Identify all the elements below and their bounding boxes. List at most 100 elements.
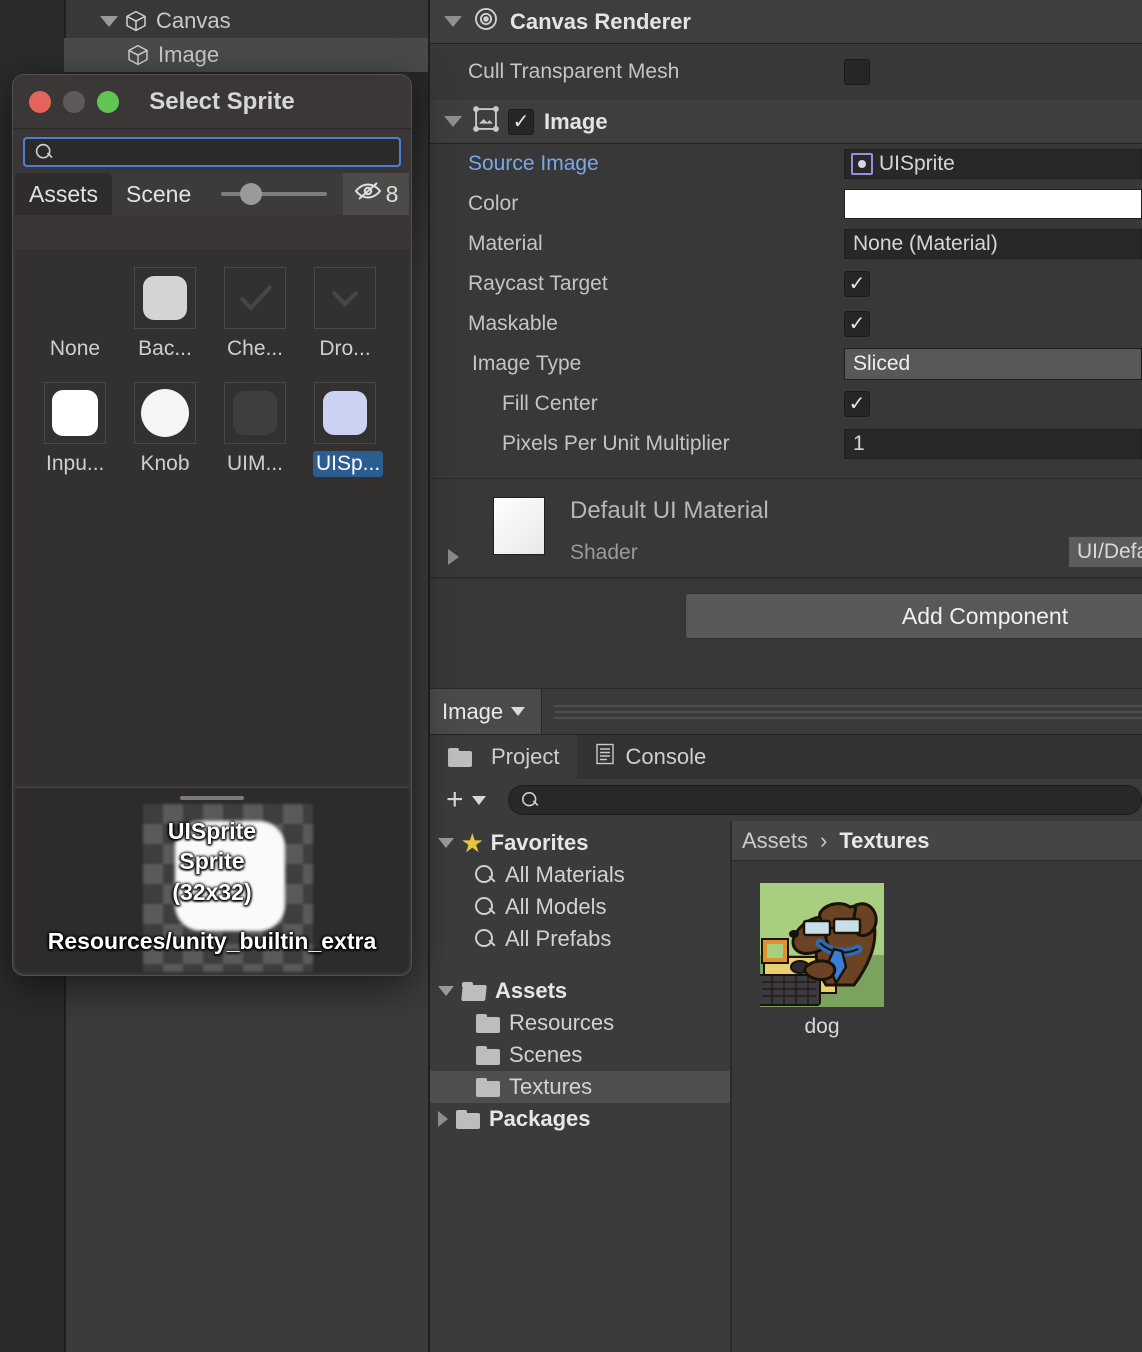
- tree-item-all-materials[interactable]: All Materials: [430, 859, 730, 891]
- material-name: Default UI Material: [570, 497, 769, 524]
- tree-item-all-prefabs[interactable]: All Prefabs: [430, 923, 730, 955]
- pixels-per-unit-input[interactable]: 1: [844, 429, 1142, 459]
- tree-item-label: Textures: [509, 1074, 593, 1099]
- folder-icon: [448, 747, 472, 767]
- project-tree: ★ Favorites All Materials All Models All: [430, 821, 732, 1352]
- raycast-target-label: Raycast Target: [468, 272, 608, 295]
- create-button[interactable]: +: [446, 785, 464, 815]
- color-swatch-field[interactable]: [844, 189, 1142, 219]
- sprite-label: Dro...: [319, 337, 371, 360]
- sprite-swatch-none: [44, 267, 106, 329]
- tab-scene[interactable]: Scene: [112, 173, 205, 215]
- source-image-field[interactable]: UISprite: [844, 149, 1142, 179]
- tree-item-label: Resources: [509, 1010, 615, 1035]
- tree-item-label: Scenes: [509, 1042, 583, 1067]
- chevron-down-icon[interactable]: [444, 16, 462, 27]
- asset-item-dog[interactable]: dog: [757, 883, 884, 1039]
- sprite-preview-pane: UISprite Sprite (32x32) Resources/unity_…: [15, 787, 409, 973]
- tree-item-label: All Prefabs: [505, 926, 612, 951]
- preview-info: UISprite Sprite (32x32): [15, 816, 409, 907]
- cull-transparent-mesh-checkbox[interactable]: [844, 59, 870, 85]
- material-field[interactable]: None (Material): [844, 229, 1142, 259]
- zoom-button[interactable]: [97, 90, 119, 113]
- image-preview-dropdown[interactable]: Image: [430, 688, 542, 735]
- image-preview-dropdown-label: Image: [442, 698, 504, 724]
- chevron-down-icon[interactable]: [444, 116, 462, 127]
- hidden-assets-toggle[interactable]: 8: [343, 173, 409, 215]
- hierarchy-item-canvas[interactable]: Canvas: [64, 4, 428, 38]
- search-icon: [474, 928, 496, 950]
- close-button[interactable]: [29, 90, 51, 113]
- preview-dimensions: (32x32): [172, 878, 252, 905]
- asset-grid: dog: [732, 861, 1142, 1039]
- slider-knob[interactable]: [240, 183, 263, 205]
- raycast-target-checkbox[interactable]: ✓: [844, 271, 870, 297]
- tree-item-packages[interactable]: Packages: [430, 1103, 730, 1135]
- tree-item-resources[interactable]: Resources: [430, 1007, 730, 1039]
- image-component-header[interactable]: ✓ Image: [430, 100, 1142, 144]
- tree-item-label: Favorites: [490, 830, 589, 855]
- image-type-value: Sliced: [853, 352, 911, 375]
- cube-icon: [124, 9, 148, 33]
- hierarchy-item-image[interactable]: Image: [64, 38, 428, 72]
- chevron-down-icon[interactable]: [100, 15, 118, 27]
- dialog-title-bar[interactable]: Select Sprite: [13, 75, 411, 129]
- image-type-label: Image Type: [472, 352, 582, 375]
- dialog-tab-bar: Assets Scene 8: [15, 173, 409, 215]
- canvas-renderer-header[interactable]: Canvas Renderer: [430, 0, 1142, 44]
- maskable-checkbox[interactable]: ✓: [844, 311, 870, 337]
- raycast-target-row: Raycast Target ✓: [430, 264, 1142, 304]
- sprite-item-inputfield[interactable]: Inpu...: [43, 382, 107, 477]
- sprite-label: UIM...: [227, 452, 283, 475]
- eye-slash-icon: [354, 180, 382, 208]
- project-panel: Project Console + ★ Favorites All Materi…: [430, 734, 1142, 1352]
- shader-dropdown[interactable]: UI/Default: [1068, 536, 1142, 568]
- image-type-dropdown[interactable]: Sliced: [844, 348, 1142, 380]
- source-image-label: Source Image: [468, 152, 599, 175]
- sprite-item-uimask[interactable]: UIM...: [223, 382, 287, 477]
- tree-item-textures[interactable]: Textures: [430, 1071, 730, 1103]
- sprite-grid-scroll[interactable]: None Bac... Che... Dro... Inpu... Knob U…: [15, 249, 409, 785]
- fill-center-checkbox[interactable]: ✓: [844, 391, 870, 417]
- add-component-button[interactable]: Add Component: [685, 593, 1142, 639]
- console-icon: [595, 743, 615, 771]
- sprite-item-uisprite[interactable]: UISp...: [313, 382, 384, 477]
- chevron-right-icon[interactable]: [448, 549, 459, 565]
- search-icon: [521, 791, 539, 809]
- project-search-input[interactable]: [507, 785, 1142, 815]
- sprite-search-input[interactable]: [23, 137, 401, 167]
- chevron-down-icon[interactable]: [438, 838, 454, 848]
- sprite-swatch-dropdown-arrow: [314, 267, 376, 329]
- select-sprite-dialog: Select Sprite Assets Scene 8 None Bac...…: [12, 74, 412, 976]
- footer-grip[interactable]: [542, 689, 1142, 735]
- tree-item-favorites[interactable]: ★ Favorites: [430, 827, 730, 859]
- tab-assets[interactable]: Assets: [15, 173, 113, 215]
- image-component-enabled-checkbox[interactable]: ✓: [508, 108, 534, 135]
- sprite-item-checkmark[interactable]: Che...: [223, 267, 287, 362]
- breadcrumb-root[interactable]: Assets: [742, 828, 808, 854]
- hidden-assets-count: 8: [385, 180, 399, 207]
- tree-item-label: All Materials: [505, 862, 625, 887]
- tree-item-scenes[interactable]: Scenes: [430, 1039, 730, 1071]
- minimize-button[interactable]: [63, 90, 85, 113]
- sprite-item-background[interactable]: Bac...: [133, 267, 197, 362]
- chevron-down-icon[interactable]: [438, 986, 454, 996]
- dialog-title: Select Sprite: [149, 87, 295, 115]
- tab-project[interactable]: Project: [430, 735, 578, 779]
- fill-center-row: Fill Center ✓: [430, 384, 1142, 424]
- sprite-label: Bac...: [138, 337, 192, 360]
- cull-transparent-mesh-label: Cull Transparent Mesh: [468, 60, 680, 83]
- sprite-item-knob[interactable]: Knob: [133, 382, 197, 477]
- tree-item-all-models[interactable]: All Models: [430, 891, 730, 923]
- sprite-item-dropdown-arrow[interactable]: Dro...: [313, 267, 377, 362]
- sprite-item-none[interactable]: None: [43, 267, 107, 362]
- tab-console[interactable]: Console: [577, 735, 724, 779]
- chevron-down-icon[interactable]: [471, 795, 486, 805]
- thumbnail-size-slider[interactable]: [205, 173, 343, 215]
- tree-item-assets[interactable]: Assets: [430, 975, 730, 1007]
- preview-resize-handle[interactable]: [180, 796, 244, 800]
- sprite-label: Inpu...: [46, 452, 105, 475]
- sprite-label: UISp...: [313, 451, 384, 477]
- chevron-right-icon[interactable]: [438, 1111, 448, 1127]
- hierarchy-item-label: Canvas: [156, 8, 231, 33]
